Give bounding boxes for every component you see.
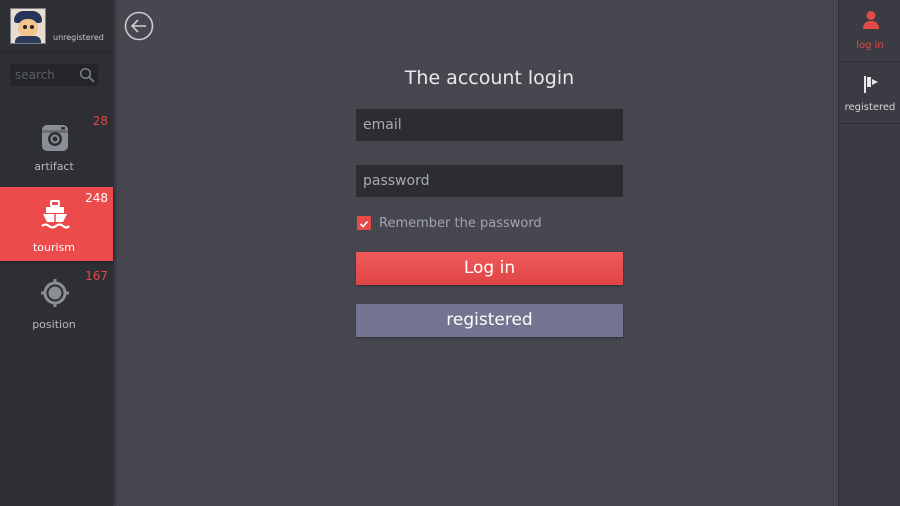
position-count-badge: 167 <box>85 269 108 283</box>
flag-icon <box>864 76 878 93</box>
avatar[interactable] <box>10 8 46 44</box>
ship-icon <box>41 200 70 229</box>
rightbar-item-label: registered <box>844 102 896 113</box>
camera-icon <box>42 125 68 151</box>
profile-header: unregistered <box>0 0 113 53</box>
remember-password-label: Remember the password <box>379 216 542 231</box>
rightbar-item-registered[interactable]: registered <box>839 62 900 124</box>
rightbar-item-login[interactable]: log in <box>839 0 900 62</box>
avatar-eye <box>23 25 27 29</box>
user-icon <box>863 11 879 29</box>
sidebar: unregistered 28 artifact 248 tourism <box>0 0 113 506</box>
email-field[interactable] <box>356 109 623 141</box>
avatar-body <box>15 36 41 43</box>
search-icon[interactable] <box>79 67 95 83</box>
search-box <box>10 64 98 86</box>
checkbox-checked[interactable] <box>357 216 371 230</box>
sidebar-item-label: tourism <box>32 241 76 254</box>
register-button[interactable]: registered <box>356 304 623 337</box>
username-label: unregistered <box>53 33 104 42</box>
back-arrow-icon[interactable] <box>124 11 154 41</box>
avatar-face <box>18 19 38 37</box>
page-title: The account login <box>404 67 575 89</box>
tourism-count-badge: 248 <box>85 191 108 205</box>
check-icon <box>359 220 369 228</box>
sidebar-item-label: artifact <box>34 160 74 173</box>
artifact-count-badge: 28 <box>92 114 108 128</box>
sidebar-item-tourism[interactable]: 248 tourism <box>0 187 113 261</box>
sidebar-item-label: position <box>32 318 76 331</box>
search-input[interactable] <box>15 67 77 83</box>
sidebar-item-artifact[interactable]: 28 artifact <box>0 110 113 184</box>
right-sidebar: log in registered <box>838 0 900 506</box>
sidebar-item-position[interactable]: 167 position <box>0 265 113 339</box>
password-field[interactable] <box>356 165 623 197</box>
target-icon <box>41 279 69 307</box>
login-button[interactable]: Log in <box>356 252 623 285</box>
rightbar-item-label: log in <box>856 40 884 51</box>
avatar-eye <box>30 25 34 29</box>
